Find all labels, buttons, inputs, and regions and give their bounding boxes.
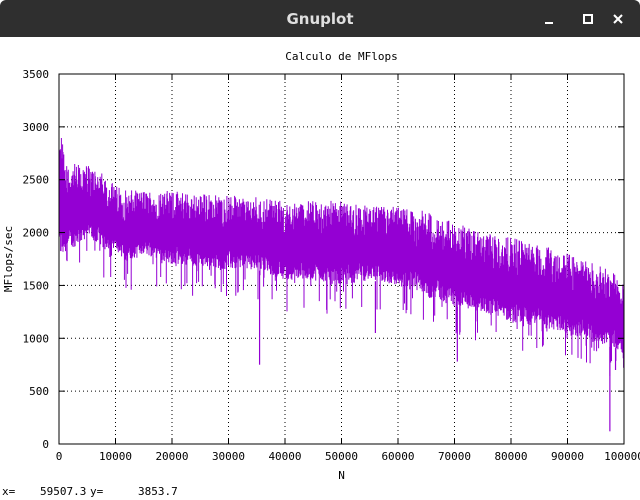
maximize-button[interactable] <box>577 8 599 30</box>
close-button[interactable] <box>607 8 629 30</box>
status-x-value: 59507.3 <box>40 485 87 498</box>
y-tick-label: 3500 <box>23 68 50 81</box>
x-tick-label: 50000 <box>325 450 358 463</box>
x-tick-label: 20000 <box>155 450 188 463</box>
x-tick-label: 30000 <box>212 450 245 463</box>
window-titlebar[interactable]: Gnuplot <box>0 0 640 37</box>
status-x-label: x= <box>2 485 16 498</box>
x-tick-label: 60000 <box>381 450 414 463</box>
plot-canvas[interactable]: Calculo de MFlops 0 10000 20000 30000 40000 50… <box>0 37 640 482</box>
maximize-icon <box>583 14 593 24</box>
minimize-button[interactable] <box>538 8 560 30</box>
status-y-label: y= <box>90 485 104 498</box>
x-tick-label: 40000 <box>268 450 301 463</box>
y-tick-label: 500 <box>29 385 49 398</box>
status-bar: x= 59507.3 y= 3853.7 <box>0 482 640 500</box>
data-series-line <box>58 138 625 376</box>
x-tick-label: 100000 <box>604 450 640 463</box>
x-tick-label: 80000 <box>494 450 527 463</box>
minimize-icon <box>545 22 553 24</box>
window-title: Gnuplot <box>286 9 354 28</box>
status-y-value: 3853.7 <box>138 485 178 498</box>
y-axis-label: MFlops/sec <box>2 226 15 292</box>
y-tick-label: 2000 <box>23 227 50 240</box>
y-tick-label: 2500 <box>23 174 50 187</box>
chart-svg[interactable]: Calculo de MFlops0 10000 20000 30000 40000 50… <box>0 37 640 482</box>
y-tick-label: 1500 <box>23 279 50 292</box>
y-tick-label: 3000 <box>23 121 50 134</box>
x-tick-label: 70000 <box>438 450 471 463</box>
chart-title: Calculo de MFlops <box>285 50 398 63</box>
x-tick-label: 90000 <box>551 450 584 463</box>
x-axis-label: N <box>338 469 345 482</box>
y-tick-label: 1000 <box>23 332 50 345</box>
y-tick-label: 0 <box>42 438 49 451</box>
x-tick-label: 0 <box>56 450 63 463</box>
x-tick-label: 10000 <box>99 450 132 463</box>
close-icon <box>613 14 623 24</box>
